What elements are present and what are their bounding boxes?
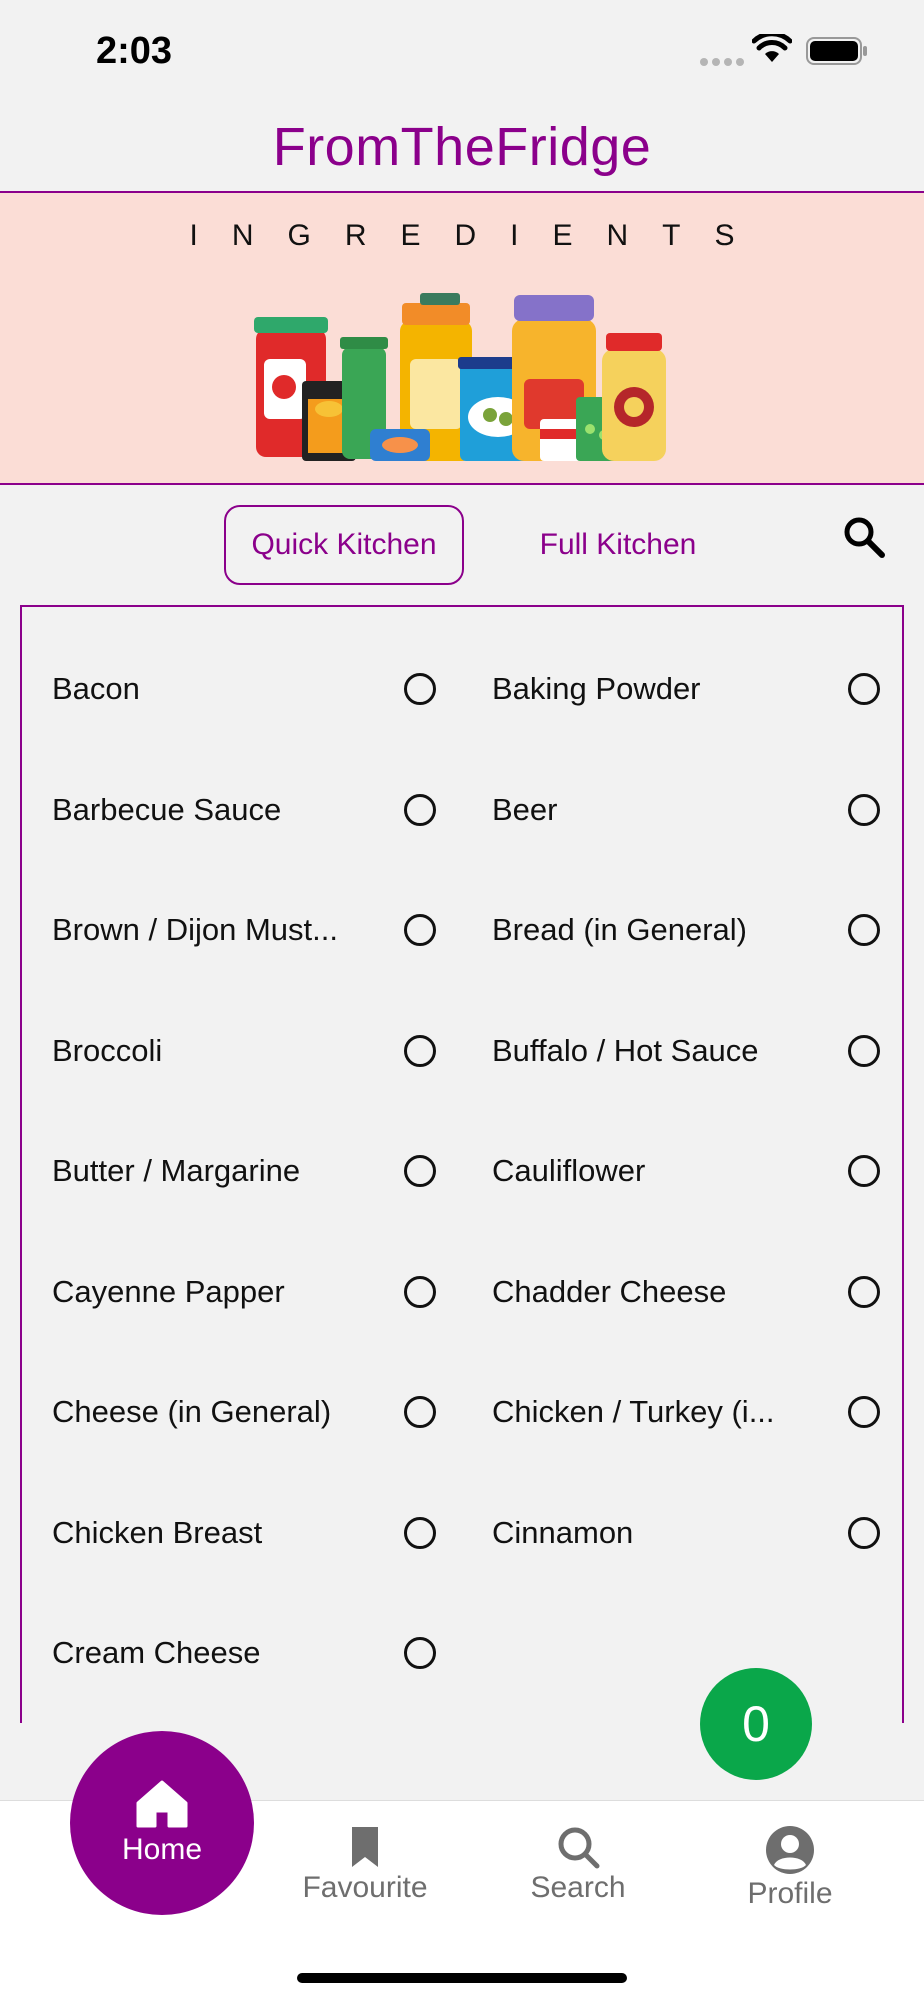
ingredient-item[interactable]: Cinnamon <box>492 1503 902 1563</box>
ingredient-row: Bacon Baking Powder <box>22 659 902 780</box>
ingredient-label: Cinnamon <box>492 1514 634 1550</box>
ingredient-radio[interactable] <box>404 1516 436 1549</box>
ingredient-row: Chicken Breast Cinnamon <box>22 1503 902 1624</box>
ingredient-item[interactable]: Cream Cheese <box>52 1623 462 1683</box>
ingredient-label: Brown / Dijon Must... <box>52 912 338 947</box>
ingredient-label: Bacon <box>52 671 140 706</box>
nav-profile[interactable]: Profile <box>700 1825 880 1911</box>
nav-search[interactable]: Search <box>488 1825 668 1905</box>
ingredient-item[interactable]: Chadder Cheese <box>492 1262 902 1322</box>
nav-profile-label: Profile <box>747 1877 833 1910</box>
ingredient-label: Baking Powder <box>492 671 701 706</box>
ingredient-item[interactable]: Broccoli <box>52 1021 462 1081</box>
ingredient-radio[interactable] <box>848 1275 880 1308</box>
banner-title: INGREDIENTS <box>189 219 769 252</box>
search-icon[interactable] <box>842 515 886 559</box>
ingredient-item[interactable]: Beer <box>492 780 902 840</box>
ingredient-row: Cheese (in General) Chicken / Turkey (i..… <box>22 1382 902 1503</box>
ingredient-label: Chicken / Turkey (i... <box>492 1394 775 1429</box>
ingredient-radio[interactable] <box>848 1396 880 1428</box>
ingredient-item[interactable]: Bacon <box>52 659 462 719</box>
ingredient-radio[interactable] <box>404 914 436 946</box>
ingredient-label: Barbecue Sauce <box>52 791 282 827</box>
ingredient-radio[interactable] <box>404 1396 436 1428</box>
ingredient-list-panel[interactable]: Bacon Baking Powder Barbecue Sauce Beer Brow… <box>20 605 904 1723</box>
ingredient-item[interactable]: Buffalo / Hot Sauce <box>492 1021 902 1081</box>
ingredient-label: Chadder Cheese <box>492 1273 727 1309</box>
ingredient-label: Beer <box>492 791 558 827</box>
ingredient-row: Broccoli Buffalo / Hot Sauce <box>22 1021 902 1142</box>
ingredient-grid: Bacon Baking Powder Barbecue Sauce Beer Brow… <box>22 659 902 1723</box>
ingredient-label: Bread (in General) <box>492 912 748 947</box>
ingredient-item[interactable]: Cayenne Papper <box>52 1262 462 1322</box>
nav-favourite-label: Favourite <box>302 1871 428 1904</box>
nav-search-label: Search <box>530 1871 626 1904</box>
ingredient-item[interactable]: Cauliflower <box>492 1141 902 1201</box>
ingredient-label: Chicken Breast <box>52 1514 263 1550</box>
tab-quick-kitchen[interactable]: Quick Kitchen <box>224 505 464 585</box>
bottom-nav: Home Favourite Search Profile <box>0 1731 924 2000</box>
ingredient-item[interactable]: Bread (in General) <box>492 900 902 960</box>
ingredient-radio[interactable] <box>848 673 880 705</box>
home-icon <box>136 1780 188 1828</box>
search-icon <box>558 1827 600 1869</box>
status-bar: 2:03 <box>0 0 924 104</box>
pantry-jars-illustration <box>254 293 666 461</box>
ingredient-label: Cauliflower <box>492 1153 646 1188</box>
ingredient-radio[interactable] <box>848 1155 880 1187</box>
ingredient-item[interactable]: Butter / Margarine <box>52 1141 462 1201</box>
ingredient-row: Butter / Margarine Cauliflower <box>22 1141 902 1262</box>
cellular-signal-icon <box>700 58 744 66</box>
ingredient-row: Barbecue Sauce Beer <box>22 780 902 901</box>
ingredient-item[interactable]: Brown / Dijon Must... <box>52 900 462 960</box>
bookmark-icon <box>352 1827 378 1867</box>
home-indicator <box>297 1973 627 1983</box>
nav-home-label: Home <box>121 1833 203 1866</box>
ingredient-radio[interactable] <box>404 1275 436 1308</box>
battery-icon <box>806 37 867 65</box>
wifi-icon <box>752 34 792 62</box>
ingredients-banner: INGREDIENTS <box>0 191 924 485</box>
ingredient-radio[interactable] <box>404 1034 436 1067</box>
ingredient-radio[interactable] <box>848 914 880 946</box>
tab-full-kitchen[interactable]: Full Kitchen <box>518 505 718 585</box>
ingredient-row: Cayenne Papper Chadder Cheese <box>22 1262 902 1383</box>
ingredient-radio[interactable] <box>404 1155 436 1187</box>
ingredient-item[interactable]: Baking Powder <box>492 659 902 719</box>
ingredient-radio[interactable] <box>848 793 880 826</box>
ingredient-row: Brown / Dijon Must... Bread (in General) <box>22 900 902 1021</box>
app-title: FromTheFridge <box>272 117 652 177</box>
ingredient-label: Broccoli <box>52 1032 163 1068</box>
kitchen-tabs: Quick Kitchen Full Kitchen <box>0 505 924 585</box>
nav-favourite[interactable]: Favourite <box>275 1825 455 1905</box>
ingredient-label: Cheese (in General) <box>52 1394 332 1429</box>
ingredient-radio[interactable] <box>848 1034 880 1067</box>
ingredient-label: Buffalo / Hot Sauce <box>492 1032 759 1068</box>
ingredient-radio[interactable] <box>404 793 436 826</box>
nav-home[interactable]: Home <box>70 1731 254 1915</box>
ingredient-radio[interactable] <box>848 1516 880 1549</box>
ingredient-item[interactable]: Chicken / Turkey (i... <box>492 1382 902 1442</box>
profile-icon <box>766 1826 814 1874</box>
ingredient-radio[interactable] <box>404 673 436 705</box>
ingredient-label: Cayenne Papper <box>52 1273 285 1309</box>
ingredient-radio[interactable] <box>404 1637 436 1669</box>
ingredient-item[interactable]: Chicken Breast <box>52 1503 462 1563</box>
ingredient-item[interactable]: Barbecue Sauce <box>52 780 462 840</box>
ingredient-item[interactable]: Cheese (in General) <box>52 1382 462 1442</box>
status-time: 2:03 <box>96 30 173 72</box>
selected-count-badge[interactable]: 0 <box>700 1668 812 1780</box>
ingredient-label: Cream Cheese <box>52 1635 261 1670</box>
ingredient-label: Butter / Margarine <box>52 1153 301 1188</box>
